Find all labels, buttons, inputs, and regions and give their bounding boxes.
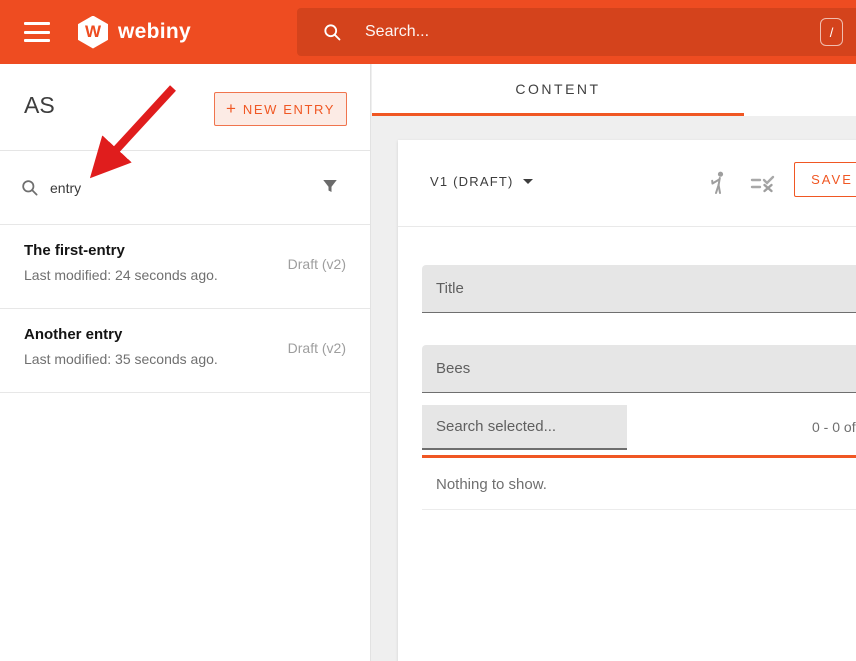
save-button[interactable]: SAVE — [794, 162, 856, 197]
global-search-input[interactable]: Search... / — [297, 8, 856, 56]
person-icon[interactable] — [706, 170, 730, 196]
row-divider — [422, 509, 856, 510]
webiny-logo[interactable]: W webiny — [78, 16, 191, 49]
search-selected-input[interactable]: Search selected... — [422, 405, 627, 450]
entry-list-item[interactable]: Another entry Last modified: 35 seconds … — [0, 309, 370, 393]
content-panel: CONTENT V1 (DRAFT) — [372, 64, 856, 661]
chevron-down-icon — [523, 179, 533, 184]
table-header-rule — [422, 455, 856, 458]
entry-form-toolbar: V1 (DRAFT) S — [398, 140, 856, 227]
hamburger-menu-icon[interactable] — [24, 22, 50, 42]
model-title: AS — [24, 92, 55, 119]
entry-list-item[interactable]: The first-entry Last modified: 24 second… — [0, 225, 370, 309]
pagination-label: 0 - 0 of 0 — [812, 419, 856, 435]
slash-shortcut-badge: / — [820, 18, 843, 46]
empty-message: Nothing to show. — [436, 476, 547, 493]
tab-bar: CONTENT — [372, 64, 856, 116]
entry-status-badge: Draft (v2) — [288, 256, 346, 272]
tab-content[interactable]: CONTENT — [372, 64, 744, 116]
version-label: V1 (DRAFT) — [430, 174, 514, 189]
title-field[interactable]: Title — [422, 265, 856, 313]
search-icon — [322, 22, 342, 42]
bees-field-label: Bees — [436, 360, 470, 377]
sidebar: AS + NEW ENTRY entry The first-entry Las… — [0, 64, 371, 661]
plus-icon: + — [226, 99, 236, 119]
search-icon — [20, 178, 39, 197]
webiny-hexagon-icon: W — [78, 16, 108, 49]
global-search-placeholder: Search... — [365, 23, 429, 41]
new-entry-button[interactable]: + NEW ENTRY — [214, 92, 347, 126]
new-entry-label: NEW ENTRY — [243, 102, 335, 117]
search-selected-placeholder: Search selected... — [436, 418, 556, 435]
logo-text: webiny — [118, 20, 191, 44]
entry-status-badge: Draft (v2) — [288, 340, 346, 356]
entries-search-input[interactable]: entry — [50, 180, 81, 196]
bees-field[interactable]: Bees — [422, 345, 856, 393]
filter-icon[interactable] — [321, 177, 339, 195]
app-window: W webiny Search... / AS + NEW ENTRY entr… — [0, 0, 856, 661]
entry-form-card: V1 (DRAFT) S — [398, 140, 856, 661]
app-header: W webiny Search... / — [0, 0, 856, 64]
entries-search-bar: entry — [0, 150, 370, 224]
save-button-label: SAVE — [811, 172, 853, 187]
tab-content-label: CONTENT — [515, 81, 600, 97]
sidebar-header: AS + NEW ENTRY — [0, 64, 370, 150]
validation-list-icon[interactable] — [750, 175, 776, 195]
entry-list: The first-entry Last modified: 24 second… — [0, 224, 370, 393]
version-dropdown[interactable]: V1 (DRAFT) — [430, 174, 533, 189]
title-field-label: Title — [436, 280, 464, 297]
